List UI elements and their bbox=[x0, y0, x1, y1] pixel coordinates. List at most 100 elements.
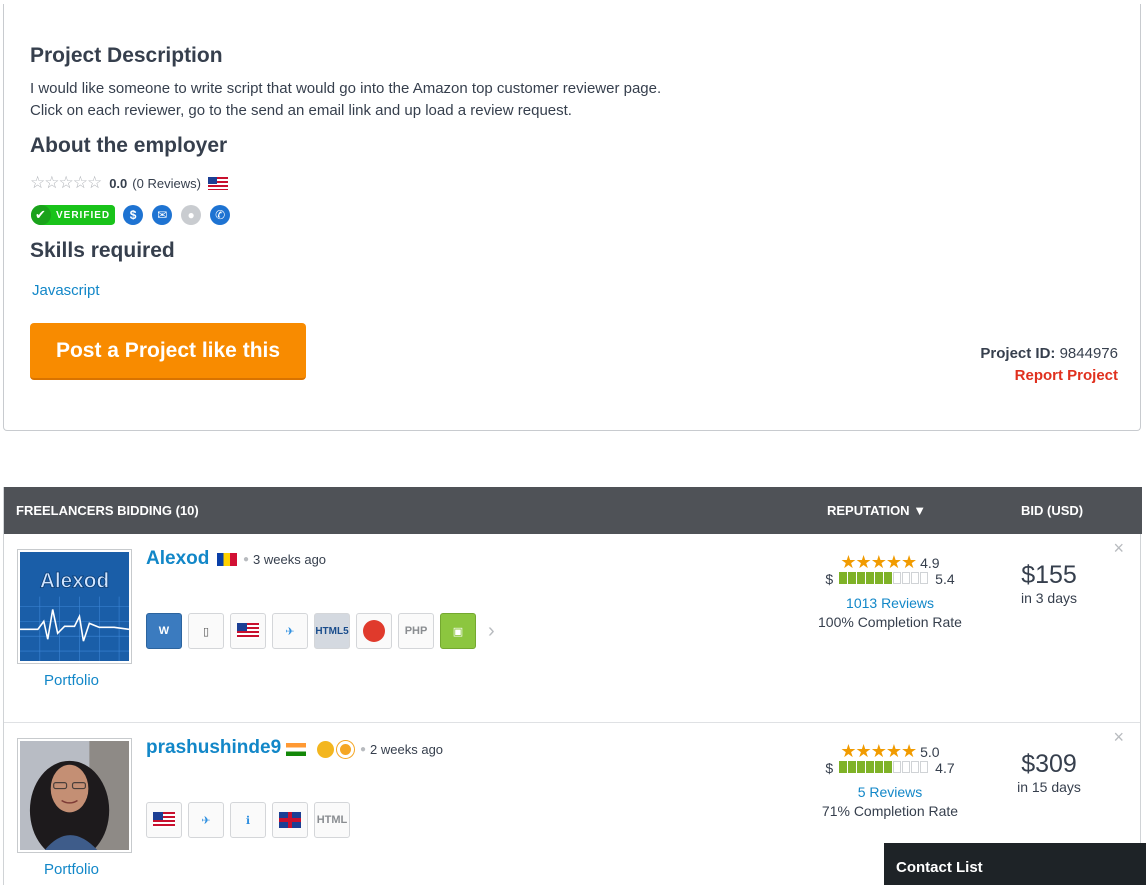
freelancer-username[interactable]: Alexod bbox=[146, 548, 209, 570]
description-heading: Project Description bbox=[30, 44, 223, 67]
prepaid-icon[interactable]: ✈ bbox=[188, 802, 224, 838]
dollar-sign: $ bbox=[825, 571, 834, 587]
html-icon[interactable]: HTML bbox=[314, 802, 350, 838]
earnings-bar bbox=[902, 761, 911, 773]
employer-rating: ☆☆☆☆☆ 0.0 (0 Reviews) bbox=[30, 173, 228, 193]
employer-score: 0.0 bbox=[109, 175, 128, 191]
earnings-bar bbox=[839, 572, 848, 584]
reviews-link[interactable]: 1013 Reviews bbox=[810, 595, 970, 611]
bids-table-header: FREELANCERS BIDDING (10) REPUTATION ▼ BI… bbox=[4, 487, 1142, 534]
rating-stars-icon: ★★★★★ bbox=[840, 552, 917, 572]
reputation-sort-header[interactable]: REPUTATION ▼ bbox=[827, 503, 926, 518]
alexod-avatar-image: Alexod bbox=[20, 552, 130, 661]
india-flag-icon bbox=[286, 743, 306, 756]
wordpress-icon[interactable]: W bbox=[146, 613, 182, 649]
verified-badge: ✔ VERIFIED bbox=[31, 205, 116, 225]
rating-score: 5.0 bbox=[920, 744, 940, 760]
verified-freelancer-icon bbox=[337, 741, 354, 758]
freelancer-meta: ● 2 weeks ago bbox=[286, 741, 443, 758]
earnings-bar bbox=[911, 572, 920, 584]
earnings-bar bbox=[866, 572, 875, 584]
close-icon[interactable]: × bbox=[1113, 727, 1124, 748]
freelancers-bidding-header: FREELANCERS BIDDING (10) bbox=[16, 503, 199, 518]
rating-stars-icon: ★★★★★ bbox=[840, 741, 917, 761]
verification-badges: ✔ VERIFIED $ ✉ ● ✆ bbox=[31, 205, 231, 225]
earnings-bar bbox=[848, 761, 857, 773]
bid-duration: in 3 days bbox=[1020, 590, 1078, 606]
chevron-right-icon[interactable]: › bbox=[488, 620, 495, 643]
report-project-link[interactable]: Report Project bbox=[980, 365, 1118, 387]
mobile-icon[interactable]: ▯ bbox=[188, 613, 224, 649]
bid-duration: in 15 days bbox=[1017, 779, 1081, 795]
earnings-score: $ 4.7 bbox=[810, 760, 970, 776]
check-icon: ✔ bbox=[31, 205, 51, 225]
dollar-sign: $ bbox=[825, 760, 834, 776]
earnings-bars bbox=[839, 571, 929, 587]
us-flag-icon[interactable] bbox=[146, 802, 182, 838]
preferred-freelancer-icon bbox=[317, 741, 334, 758]
empty-stars-icon: ☆☆☆☆☆ bbox=[30, 173, 102, 192]
avatar[interactable] bbox=[17, 738, 132, 860]
preferred-icon[interactable]: ℹ bbox=[230, 802, 266, 838]
portfolio-link[interactable]: Portfolio bbox=[44, 672, 99, 689]
bid-cell: $309 in 15 days bbox=[994, 750, 1104, 795]
earnings-bar bbox=[875, 761, 884, 773]
project-description: I would like someone to write script tha… bbox=[30, 78, 661, 122]
posted-time: 2 weeks ago bbox=[370, 742, 444, 757]
earnings-bar bbox=[920, 761, 929, 773]
earnings-bar bbox=[875, 572, 884, 584]
portfolio-link[interactable]: Portfolio bbox=[44, 861, 99, 878]
android-icon[interactable]: ▣ bbox=[440, 613, 476, 649]
earnings-bar bbox=[848, 572, 857, 584]
prepaid-icon[interactable]: ✈ bbox=[272, 613, 308, 649]
earnings-bar bbox=[857, 761, 866, 773]
skill-link-javascript[interactable]: Javascript bbox=[32, 282, 100, 299]
separator-dot: ● bbox=[243, 554, 250, 565]
earnings-bar bbox=[893, 761, 902, 773]
earnings-bar bbox=[884, 761, 893, 773]
avatar[interactable]: Alexod bbox=[17, 549, 132, 664]
us-flag-icon[interactable] bbox=[230, 613, 266, 649]
bid-header: BID (USD) bbox=[1021, 503, 1084, 518]
earnings-bar bbox=[839, 761, 848, 773]
post-project-button[interactable]: Post a Project like this bbox=[30, 323, 306, 380]
project-id-label: Project ID: bbox=[980, 345, 1056, 362]
contact-list-panel[interactable]: Contact List bbox=[884, 843, 1146, 885]
posted-time: 3 weeks ago bbox=[253, 552, 327, 567]
completion-rate: 71% Completion Rate bbox=[821, 803, 959, 819]
earnings-bar bbox=[884, 572, 893, 584]
red-badge-icon[interactable] bbox=[356, 613, 392, 649]
earnings-bar bbox=[902, 572, 911, 584]
uk-flag-icon[interactable] bbox=[272, 802, 308, 838]
rating-score: 4.9 bbox=[920, 555, 940, 571]
skills-heading: Skills required bbox=[30, 239, 175, 262]
earnings-value: 4.7 bbox=[935, 760, 955, 776]
profile-unverified-icon: ● bbox=[181, 205, 202, 225]
reputation-cell: ★★★★★ 4.9 $ 5.4 1013 Reviews 100% Complet… bbox=[810, 552, 970, 630]
separator-dot: ● bbox=[360, 744, 367, 755]
close-icon[interactable]: × bbox=[1113, 538, 1124, 559]
verified-label: VERIFIED bbox=[56, 209, 111, 221]
freelancer-meta: ● 3 weeks ago bbox=[217, 552, 326, 567]
completion-rate: 100% Completion Rate bbox=[818, 614, 962, 630]
us-flag-icon bbox=[207, 176, 228, 190]
bids-table: FREELANCERS BIDDING (10) REPUTATION ▼ BI… bbox=[3, 487, 1142, 885]
project-id-value: 9844976 bbox=[1059, 345, 1118, 362]
earnings-bar bbox=[893, 572, 902, 584]
certification-badges: ✈ ℹ HTML bbox=[146, 802, 356, 838]
freelancer-username[interactable]: prashushinde9 bbox=[146, 737, 281, 759]
table-row: Alexod Portfolio Alexod ● 3 weeks ago W … bbox=[4, 534, 1140, 722]
earnings-bar bbox=[857, 572, 866, 584]
email-verified-icon: ✉ bbox=[152, 205, 173, 225]
employer-reviews: (0 Reviews) bbox=[132, 175, 201, 191]
project-card: Project Description I would like someone… bbox=[3, 4, 1141, 431]
earnings-value: 5.4 bbox=[935, 571, 955, 587]
bid-cell: $155 in 3 days bbox=[994, 561, 1104, 606]
chevron-down-icon: ▼ bbox=[913, 503, 927, 518]
html5-icon[interactable]: HTML5 bbox=[314, 613, 350, 649]
php-icon[interactable]: PHP bbox=[398, 613, 434, 649]
bid-amount: $309 bbox=[1021, 750, 1077, 778]
employer-heading: About the employer bbox=[30, 134, 228, 157]
reputation-header-label: REPUTATION bbox=[827, 503, 910, 518]
reviews-link[interactable]: 5 Reviews bbox=[810, 784, 970, 800]
